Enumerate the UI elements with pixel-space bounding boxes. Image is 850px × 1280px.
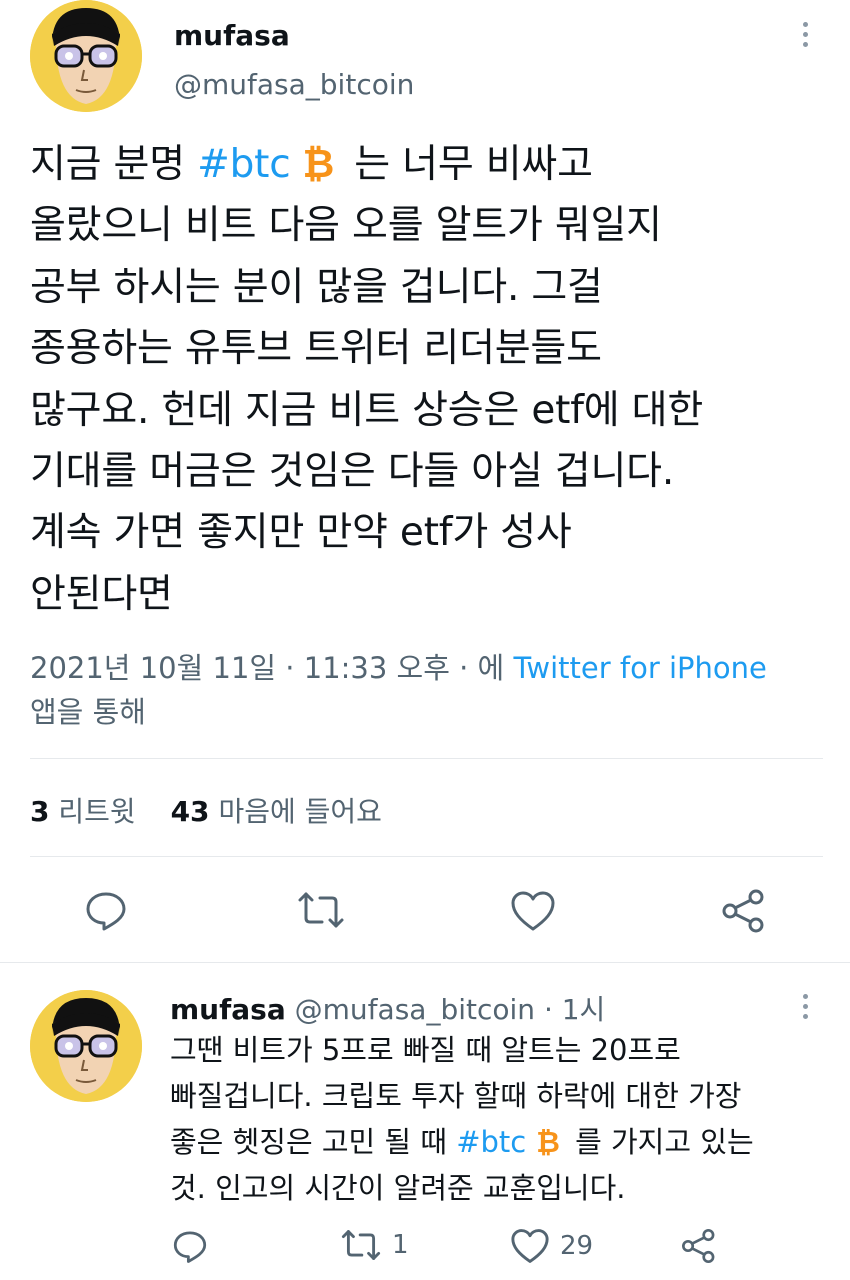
btc-hashtag[interactable]: #btc bbox=[456, 1125, 526, 1159]
reply-tweet-line: 좋은 헷징은 고민 될 때 #btc ₿ 를 가지고 있는 bbox=[170, 1119, 754, 1165]
main-tweet-text: 지금 분명 #btc ₿ 는 너무 비싸고 올랐으니 비트 다음 오를 알트가 뭐… bbox=[30, 134, 703, 625]
like-stat[interactable]: 43 마음에 들어요 bbox=[171, 795, 382, 828]
divider bbox=[0, 962, 850, 963]
reply-tweet-line: 빠질겁니다. 크립토 투자 할때 하락에 대한 가장 bbox=[170, 1079, 742, 1113]
main-tweet-line: 안된다면 bbox=[30, 571, 173, 617]
main-tweet-line: 공부 하시는 분이 많을 겁니다. 그걸 bbox=[30, 264, 603, 310]
source-app-link[interactable]: Twitter for iPhone bbox=[513, 651, 766, 685]
reply-retweet-count: 1 bbox=[392, 1230, 409, 1260]
retweet-stat[interactable]: 3 리트윗 bbox=[30, 795, 136, 828]
reply-retweet-button[interactable]: 1 bbox=[340, 1228, 409, 1262]
divider bbox=[30, 758, 823, 759]
reply-age[interactable]: · 1시 bbox=[544, 993, 605, 1026]
bitcoin-icon: ₿ bbox=[302, 142, 335, 187]
main-tweet-line: 올랐으니 비트 다음 오를 알트가 뭐일지 bbox=[30, 203, 662, 249]
main-avatar[interactable] bbox=[30, 0, 142, 112]
retweet-icon bbox=[341, 1230, 381, 1260]
retweet-icon[interactable] bbox=[296, 890, 346, 934]
engagement-stats: 3 리트윗 43 마음에 들어요 bbox=[30, 790, 382, 830]
avatar-illustration bbox=[30, 990, 142, 1102]
divider bbox=[30, 856, 823, 857]
main-tweet-line: 기대를 머금은 것임은 다들 아실 겁니다. bbox=[30, 449, 675, 495]
like-icon bbox=[511, 1229, 549, 1263]
reply-header: mufasa @mufasa_bitcoin · 1시 bbox=[170, 988, 605, 1028]
main-author-name[interactable]: mufasa bbox=[174, 19, 290, 52]
main-tweet-meta: 2021년 10월 11일 · 11:33 오후 · 에 Twitter for… bbox=[30, 646, 820, 734]
btc-hashtag[interactable]: #btc bbox=[197, 142, 291, 187]
reply-like-count: 29 bbox=[560, 1231, 594, 1261]
bitcoin-icon: ₿ bbox=[536, 1125, 560, 1159]
main-author-handle[interactable]: @mufasa_bitcoin bbox=[174, 68, 414, 101]
reply-tweet-line: 그땐 비트가 5프로 빠질 때 알트는 20프로 bbox=[170, 1033, 681, 1067]
reply-like-button[interactable]: 29 bbox=[510, 1228, 593, 1264]
reply-tweet-line: 것. 인고의 시간이 알려준 교훈입니다. bbox=[170, 1171, 626, 1205]
reply-share-button[interactable] bbox=[680, 1228, 718, 1264]
main-tweet-line: 계속 가면 좋지만 만약 etf가 성사 bbox=[30, 510, 572, 556]
reply-avatar[interactable] bbox=[30, 990, 142, 1102]
share-icon[interactable] bbox=[720, 888, 768, 938]
main-more-icon[interactable] bbox=[803, 22, 809, 52]
main-tweet-line: 많구요. 헌데 지금 비트 상승은 etf에 대한 bbox=[30, 387, 703, 433]
reply-tweet-text: 그땐 비트가 5프로 빠질 때 알트는 20프로 빠질겁니다. 크립토 투자 할… bbox=[170, 1027, 754, 1211]
reply-author-name[interactable]: mufasa bbox=[170, 993, 286, 1026]
main-tweet-line: 종용하는 유투브 트위터 리더분들도 bbox=[30, 326, 602, 372]
timestamp[interactable]: 2021년 10월 11일 · 11:33 오후 · 에 bbox=[30, 651, 504, 685]
reply-icon bbox=[173, 1231, 207, 1263]
reply-more-icon[interactable] bbox=[803, 994, 809, 1024]
reply-author-handle[interactable]: @mufasa_bitcoin bbox=[295, 993, 535, 1026]
reply-reply-button[interactable] bbox=[172, 1228, 208, 1264]
like-icon[interactable] bbox=[510, 890, 556, 936]
share-icon bbox=[682, 1229, 715, 1263]
main-tweet-line: 지금 분명 #btc ₿ 는 너무 비싸고 bbox=[30, 134, 703, 195]
reply-icon[interactable] bbox=[84, 888, 128, 936]
avatar-illustration bbox=[30, 0, 142, 112]
via-text: 앱을 통해 bbox=[30, 695, 146, 729]
